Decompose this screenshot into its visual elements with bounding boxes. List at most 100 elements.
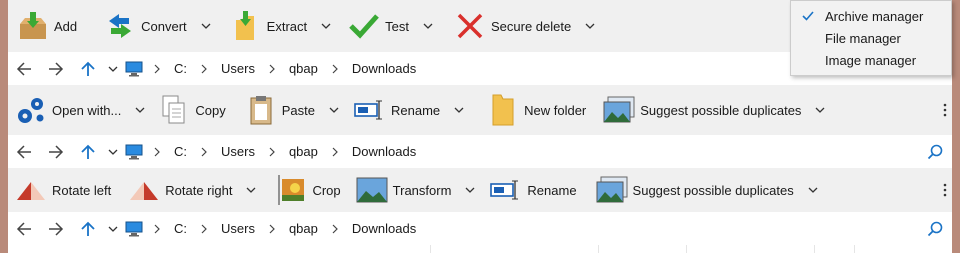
chevron-down-icon[interactable]	[815, 105, 825, 115]
breadcrumb-users[interactable]: Users	[215, 144, 261, 159]
chevron-right-icon[interactable]	[324, 64, 346, 74]
open-with-button[interactable]: Open with...	[8, 85, 149, 135]
chevron-down-icon[interactable]	[201, 21, 211, 31]
convert-icon	[103, 9, 137, 43]
file-toolbar: Open with... Copy Paste Rename New folde…	[8, 85, 952, 135]
chevron-right-icon[interactable]	[261, 224, 283, 234]
convert-button[interactable]: Convert	[99, 0, 215, 52]
chevron-down-icon[interactable]	[104, 226, 122, 232]
rotate-left-label: Rotate left	[52, 182, 112, 198]
chevron-right-icon[interactable]	[193, 147, 215, 157]
rotate-right-label: Rotate right	[165, 182, 233, 198]
breadcrumb-users[interactable]: Users	[215, 221, 261, 236]
suggest-duplicates-button[interactable]: Suggest possible duplicates	[591, 168, 822, 212]
chevron-down-icon[interactable]	[808, 185, 818, 195]
chevron-right-icon[interactable]	[193, 64, 215, 74]
breadcrumb-downloads[interactable]: Downloads	[346, 221, 422, 236]
suggest-duplicates-button[interactable]: Suggest possible duplicates	[598, 85, 829, 135]
computer-icon	[122, 52, 146, 85]
image-toolbar: Rotate left Rotate right Crop Transform	[8, 168, 952, 212]
crop-icon	[274, 173, 308, 207]
forward-arrow-icon[interactable]	[40, 212, 72, 245]
manager-mode-menu: Archive manager File manager Image manag…	[790, 0, 952, 76]
chevron-down-icon[interactable]	[454, 105, 464, 115]
secure-delete-label: Secure delete	[490, 18, 572, 34]
chevron-down-icon[interactable]	[104, 66, 122, 72]
chevron-down-icon[interactable]	[585, 21, 595, 31]
test-button[interactable]: Test	[343, 0, 437, 52]
breadcrumb-drive[interactable]: C:	[168, 61, 193, 76]
breadcrumb-downloads[interactable]: Downloads	[346, 61, 422, 76]
rename-label: Rename	[527, 182, 577, 198]
rename-label: Rename	[390, 102, 441, 118]
menu-item-file-manager[interactable]: File manager	[791, 27, 951, 49]
secure-delete-button[interactable]: Secure delete	[449, 0, 599, 52]
search-icon[interactable]	[924, 135, 946, 168]
chevron-down-icon[interactable]	[135, 105, 145, 115]
menu-item-label: File manager	[825, 30, 901, 46]
test-label: Test	[385, 18, 409, 34]
copy-label: Copy	[195, 102, 226, 118]
chevron-right-icon[interactable]	[193, 224, 215, 234]
rename-icon	[489, 173, 523, 207]
back-arrow-icon[interactable]	[8, 212, 40, 245]
rename-button[interactable]: Rename	[485, 168, 580, 212]
rotate-left-button[interactable]: Rotate left	[8, 168, 115, 212]
column-separator[interactable]	[814, 245, 815, 253]
up-arrow-icon[interactable]	[72, 212, 104, 245]
chevron-down-icon[interactable]	[104, 149, 122, 155]
rename-icon	[353, 93, 387, 127]
chevron-right-icon[interactable]	[324, 224, 346, 234]
back-arrow-icon[interactable]	[8, 135, 40, 168]
breadcrumb-drive[interactable]: C:	[168, 144, 193, 159]
chevron-right-icon[interactable]	[261, 147, 283, 157]
extract-button[interactable]: Extract	[225, 0, 335, 52]
menu-item-image-manager[interactable]: Image manager	[791, 49, 951, 71]
copy-button[interactable]: Copy	[153, 85, 229, 135]
paste-button[interactable]: Paste	[240, 85, 343, 135]
chevron-down-icon[interactable]	[465, 185, 475, 195]
new-folder-button[interactable]: New folder	[482, 85, 590, 135]
column-separator[interactable]	[598, 245, 599, 253]
add-button[interactable]: Add	[8, 0, 81, 52]
suggest-duplicates-label: Suggest possible duplicates	[632, 182, 794, 198]
file-list-header	[8, 245, 952, 253]
breadcrumb-downloads[interactable]: Downloads	[346, 144, 422, 159]
checkmark-icon	[347, 9, 381, 43]
computer-icon	[122, 135, 146, 168]
open-with-label: Open with...	[52, 102, 122, 118]
folder-extract-icon	[229, 9, 263, 43]
breadcrumb-user[interactable]: qbap	[283, 221, 324, 236]
column-separator[interactable]	[686, 245, 687, 253]
extract-label: Extract	[266, 18, 308, 34]
search-icon[interactable]	[924, 212, 946, 245]
folder-icon	[486, 93, 520, 127]
chevron-down-icon[interactable]	[246, 185, 256, 195]
chevron-right-icon[interactable]	[324, 147, 346, 157]
menu-item-archive-manager[interactable]: Archive manager	[791, 5, 951, 27]
breadcrumb-drive[interactable]: C:	[168, 221, 193, 236]
crop-button[interactable]: Crop	[270, 168, 344, 212]
more-options-icon[interactable]	[938, 168, 952, 212]
menu-item-label: Image manager	[825, 52, 917, 68]
chevron-down-icon[interactable]	[321, 21, 331, 31]
column-separator[interactable]	[854, 245, 855, 253]
rename-button[interactable]: Rename	[349, 85, 468, 135]
forward-arrow-icon[interactable]	[40, 135, 72, 168]
breadcrumb-user[interactable]: qbap	[283, 144, 324, 159]
back-arrow-icon[interactable]	[8, 52, 40, 85]
breadcrumb-users[interactable]: Users	[215, 61, 261, 76]
chevron-down-icon[interactable]	[423, 21, 433, 31]
forward-arrow-icon[interactable]	[40, 52, 72, 85]
more-options-icon[interactable]	[938, 85, 952, 135]
up-arrow-icon[interactable]	[72, 52, 104, 85]
rotate-right-button[interactable]: Rotate right	[123, 168, 260, 212]
chevron-right-icon[interactable]	[261, 64, 283, 74]
chevron-down-icon[interactable]	[329, 105, 339, 115]
transform-button[interactable]: Transform	[351, 168, 480, 212]
up-arrow-icon[interactable]	[72, 135, 104, 168]
column-separator[interactable]	[430, 245, 431, 253]
breadcrumb-user[interactable]: qbap	[283, 61, 324, 76]
transform-label: Transform	[392, 182, 452, 198]
new-folder-label: New folder	[524, 102, 587, 118]
